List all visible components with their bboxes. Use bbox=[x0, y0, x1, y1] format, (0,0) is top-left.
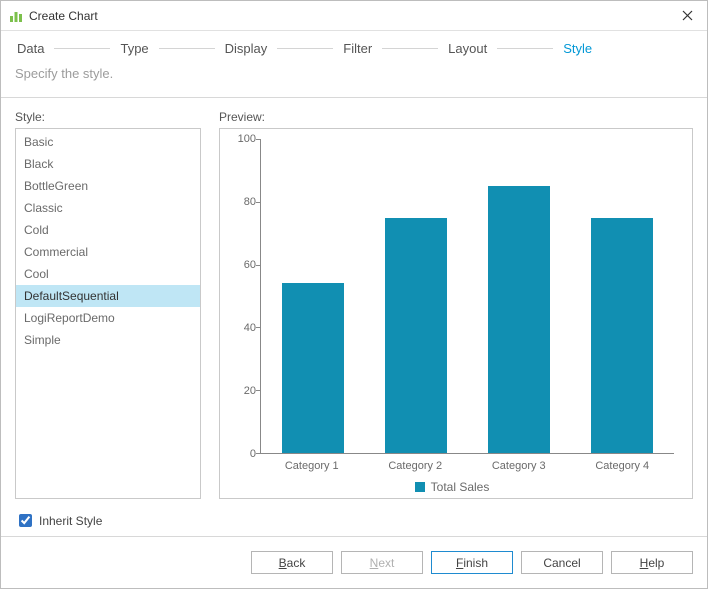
style-item[interactable]: BottleGreen bbox=[16, 175, 200, 197]
y-tick-label: 0 bbox=[250, 448, 256, 460]
y-tick-mark bbox=[256, 265, 261, 266]
preview-box: 020406080100 Category 1Category 2Categor… bbox=[219, 128, 693, 499]
x-tick-label: Category 2 bbox=[364, 454, 468, 472]
y-tick-label: 60 bbox=[244, 259, 256, 271]
step-separator bbox=[382, 48, 438, 49]
bar bbox=[385, 218, 447, 454]
wizard-header: Data Type Display Filter Layout Style Specify… bbox=[1, 31, 707, 98]
next-button: Next bbox=[341, 551, 423, 574]
back-button[interactable]: Back bbox=[251, 551, 333, 574]
content-area: Style: BasicBlackBottleGreenClassicColdC… bbox=[1, 98, 707, 505]
y-axis: 020406080100 bbox=[230, 139, 260, 454]
step-separator bbox=[277, 48, 333, 49]
cancel-button[interactable]: Cancel bbox=[521, 551, 603, 574]
wizard-step-style[interactable]: Style bbox=[561, 41, 594, 56]
bars-container bbox=[261, 139, 674, 453]
x-tick-label: Category 1 bbox=[260, 454, 364, 472]
chart-area: 020406080100 bbox=[230, 139, 674, 454]
y-tick-label: 20 bbox=[244, 385, 256, 397]
wizard-step-layout[interactable]: Layout bbox=[446, 41, 489, 56]
close-button[interactable] bbox=[675, 4, 699, 28]
inherit-style-label[interactable]: Inherit Style bbox=[39, 514, 102, 528]
y-tick-mark bbox=[256, 202, 261, 203]
style-item[interactable]: Cool bbox=[16, 263, 200, 285]
legend-swatch bbox=[415, 482, 425, 492]
bar bbox=[591, 218, 653, 454]
help-button[interactable]: Help bbox=[611, 551, 693, 574]
step-separator bbox=[159, 48, 215, 49]
y-tick-mark bbox=[256, 390, 261, 391]
style-item[interactable]: Classic bbox=[16, 197, 200, 219]
style-item[interactable]: DefaultSequential bbox=[16, 285, 200, 307]
x-tick-label: Category 3 bbox=[467, 454, 571, 472]
inherit-style-row: Inherit Style bbox=[1, 505, 707, 536]
bar bbox=[488, 186, 550, 453]
style-item[interactable]: LogiReportDemo bbox=[16, 307, 200, 329]
x-tick-label: Category 4 bbox=[571, 454, 675, 472]
plot-area bbox=[260, 139, 674, 454]
y-tick-label: 100 bbox=[238, 133, 256, 145]
y-tick-mark bbox=[256, 139, 261, 140]
style-item[interactable]: Basic bbox=[16, 131, 200, 153]
wizard-step-data[interactable]: Data bbox=[15, 41, 46, 56]
chart-icon bbox=[9, 9, 23, 23]
finish-button[interactable]: Finish bbox=[431, 551, 513, 574]
style-panel: Style: BasicBlackBottleGreenClassicColdC… bbox=[15, 110, 201, 499]
wizard-step-display[interactable]: Display bbox=[223, 41, 270, 56]
y-tick-label: 80 bbox=[244, 196, 256, 208]
style-item[interactable]: Black bbox=[16, 153, 200, 175]
y-tick-label: 40 bbox=[244, 322, 256, 334]
create-chart-dialog: Create Chart Data Type Display Filter Layout… bbox=[0, 0, 708, 589]
bar bbox=[282, 283, 344, 453]
step-separator bbox=[497, 48, 553, 49]
titlebar: Create Chart bbox=[1, 1, 707, 31]
wizard-step-type[interactable]: Type bbox=[118, 41, 150, 56]
style-item[interactable]: Commercial bbox=[16, 241, 200, 263]
legend-label: Total Sales bbox=[431, 480, 490, 494]
y-tick-mark bbox=[256, 327, 261, 328]
wizard-steps: Data Type Display Filter Layout Style bbox=[15, 41, 693, 56]
window-title: Create Chart bbox=[29, 9, 675, 23]
step-separator bbox=[54, 48, 110, 49]
button-bar: Back Next Finish Cancel Help bbox=[1, 536, 707, 588]
style-label: Style: bbox=[15, 110, 201, 124]
y-tick-mark bbox=[256, 453, 261, 454]
wizard-description: Specify the style. bbox=[15, 66, 693, 81]
inherit-style-checkbox[interactable] bbox=[19, 514, 32, 527]
wizard-step-filter[interactable]: Filter bbox=[341, 41, 374, 56]
x-axis-labels: Category 1Category 2Category 3Category 4 bbox=[260, 454, 674, 472]
close-icon bbox=[682, 10, 693, 21]
style-list[interactable]: BasicBlackBottleGreenClassicColdCommerci… bbox=[15, 128, 201, 499]
preview-panel: Preview: 020406080100 Category 1Category… bbox=[219, 110, 693, 499]
legend: Total Sales bbox=[230, 480, 674, 494]
style-item[interactable]: Simple bbox=[16, 329, 200, 351]
preview-label: Preview: bbox=[219, 110, 693, 124]
style-item[interactable]: Cold bbox=[16, 219, 200, 241]
